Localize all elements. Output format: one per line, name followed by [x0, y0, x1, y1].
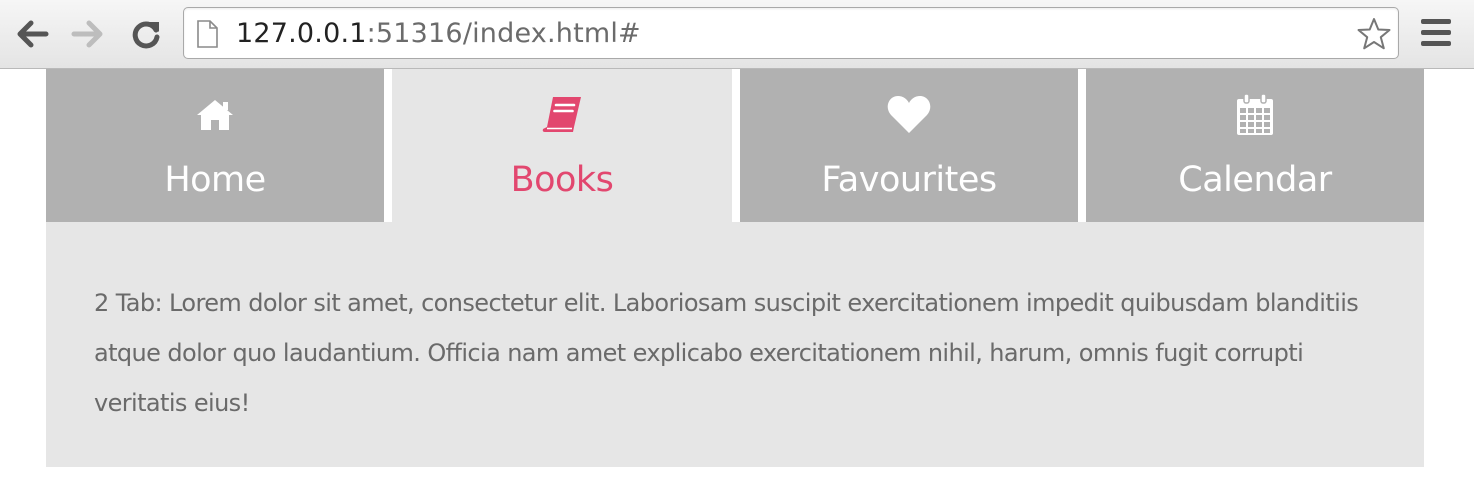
tab-books[interactable]: Books: [392, 69, 732, 222]
url-path: :51316/index.html#: [366, 18, 641, 49]
forward-arrow-icon: [71, 20, 103, 48]
back-arrow-icon: [17, 20, 49, 48]
address-bar[interactable]: 127.0.0.1:51316/index.html#: [183, 7, 1399, 59]
tab-calendar[interactable]: Calendar: [1086, 69, 1424, 222]
book-icon: [542, 97, 581, 132]
home-icon: [197, 100, 233, 130]
reload-icon: [132, 21, 160, 49]
hamburger-menu-icon[interactable]: [1418, 16, 1454, 50]
url-text: 127.0.0.1:51316/index.html#: [236, 14, 641, 54]
tab-calendar-label: Calendar: [1178, 160, 1332, 200]
tab-panel-text: 2 Tab: Lorem dolor sit amet, consectetur…: [94, 289, 1359, 417]
star-icon[interactable]: [1356, 16, 1392, 52]
calendar-icon: [1237, 93, 1273, 135]
tab-panel: 2 Tab: Lorem dolor sit amet, consectetur…: [46, 222, 1424, 467]
tab-home[interactable]: Home: [46, 69, 384, 222]
tab-books-label: Books: [510, 160, 614, 200]
forward-button[interactable]: [68, 14, 108, 54]
tab-favourites[interactable]: Favourites: [740, 69, 1078, 222]
tabs-widget: Home Books Favourites Calendar 2 Tab: Lo…: [46, 69, 1424, 467]
url-host: 127.0.0.1: [236, 18, 367, 49]
back-button[interactable]: [12, 14, 52, 54]
browser-toolbar: 127.0.0.1:51316/index.html#: [0, 0, 1474, 69]
page-icon: [197, 20, 218, 48]
tab-favourites-label: Favourites: [821, 160, 997, 200]
tab-home-label: Home: [164, 160, 266, 200]
reload-button[interactable]: [126, 14, 166, 54]
heart-icon: [887, 96, 931, 133]
tab-bar: Home Books Favourites Calendar: [46, 69, 1424, 222]
